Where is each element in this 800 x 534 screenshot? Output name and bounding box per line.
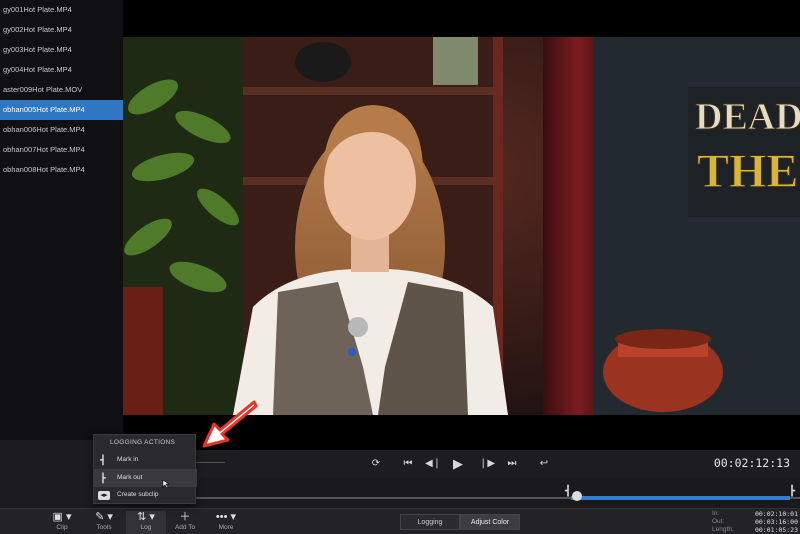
return-icon[interactable]: ↩ [537, 457, 551, 471]
tools-button[interactable]: ✎ ▾ Tools [84, 511, 124, 534]
step-back-icon[interactable]: ◀❘ [425, 457, 441, 471]
in-key: In: [712, 510, 720, 517]
volume-slider[interactable] [195, 462, 225, 463]
clip-item[interactable]: gy001Hot Plate.MP4 [0, 0, 123, 20]
subclip-icon: ◂▸ [98, 491, 110, 500]
playhead-handle[interactable] [572, 491, 582, 501]
play-icon[interactable]: ▶ [451, 457, 465, 471]
transport-bar: ⟳ ⏮ ◀❘ ▶ ❘▶ ⏭ ↩ 00:02:12:13 [123, 450, 800, 478]
in-value: 00:02:10:01 [754, 510, 798, 518]
tools-label: Tools [96, 524, 112, 531]
clip-list: gy001Hot Plate.MP4 gy002Hot Plate.MP4 gy… [0, 0, 123, 440]
clip-item[interactable]: obhan007Hot Plate.MP4 [0, 140, 123, 160]
out-key: Out: [712, 518, 725, 525]
current-timecode: 00:02:12:13 [713, 456, 790, 470]
clip-button[interactable]: ▣ ▾ Clip [42, 511, 82, 534]
create-subclip-label: Create subclip [117, 491, 159, 498]
mark-out-menu-item[interactable]: ┣ Mark out [94, 469, 197, 487]
length-key: Length: [712, 526, 734, 533]
mark-in-label: Mark in [117, 456, 139, 463]
mark-in-icon: ┫ [100, 455, 106, 465]
mark-in-menu-item[interactable]: ┫ Mark in [94, 451, 197, 469]
clip-item-selected[interactable]: obhan005Hot Plate.MP4 [0, 100, 123, 120]
clip-item[interactable]: aster009Hot Plate.MOV [0, 80, 123, 100]
video-viewer[interactable]: DEAD THE [123, 0, 800, 450]
log-icon: ⇅ ▾ [137, 511, 155, 523]
out-value: 00:03:16:00 [754, 518, 798, 526]
sign-text-top: DEAD [695, 96, 800, 138]
in-point-marker[interactable]: ┫ [565, 486, 571, 498]
log-label: Log [140, 524, 152, 531]
mark-out-icon: ┣ [100, 473, 106, 483]
bottom-toolbar: ▣ ▾ Clip ✎ ▾ Tools ⇅ ▾ Log ＋ Add To ••• … [0, 508, 800, 534]
length-timecode-row: Length: 00:01:05:23 [712, 526, 798, 534]
clip-item[interactable]: gy003Hot Plate.MP4 [0, 40, 123, 60]
sign-text-bottom: THE [697, 145, 798, 198]
tab-logging[interactable]: Logging [400, 514, 460, 530]
loop-icon[interactable]: ⟳ [369, 457, 383, 471]
out-timecode-row: Out: 00:03:16:00 [712, 518, 798, 526]
more-button[interactable]: ••• ▾ More [206, 511, 246, 534]
mouse-cursor-icon [162, 479, 170, 489]
in-out-timecodes: In: 00:02:10:01 Out: 00:03:16:00 Length:… [712, 510, 798, 534]
clip-item[interactable]: gy004Hot Plate.MP4 [0, 60, 123, 80]
clip-label: Clip [56, 524, 68, 531]
log-button[interactable]: ⇅ ▾ Log [126, 511, 166, 534]
mark-out-label: Mark out [117, 474, 143, 481]
in-timecode-row: In: 00:02:10:01 [712, 510, 798, 518]
logging-actions-menu: LOGGING ACTIONS ┫ Mark in ┣ Mark out ◂▸ … [93, 434, 197, 504]
skip-forward-icon[interactable]: ⏭ [505, 457, 519, 471]
add-to-label: Add To [174, 524, 196, 531]
more-icon: ••• ▾ [215, 511, 237, 523]
video-frame[interactable]: DEAD THE [123, 37, 800, 415]
clip-icon: ▣ ▾ [52, 511, 72, 523]
timeline-scrubber[interactable]: ┫ ┣ [123, 478, 800, 508]
out-point-marker[interactable]: ┣ [789, 486, 795, 498]
more-label: More [218, 524, 234, 531]
plus-icon: ＋ [179, 511, 191, 523]
clip-item[interactable]: obhan006Hot Plate.MP4 [0, 120, 123, 140]
length-value: 00:01:05:23 [754, 526, 798, 534]
step-forward-icon[interactable]: ❘▶ [479, 457, 495, 471]
skip-back-icon[interactable]: ⏮ [401, 457, 415, 471]
annotation-arrow-icon [202, 400, 258, 448]
clip-item[interactable]: gy002Hot Plate.MP4 [0, 20, 123, 40]
logging-actions-title: LOGGING ACTIONS [110, 439, 176, 446]
wrench-icon: ✎ ▾ [95, 511, 113, 523]
create-subclip-menu-item[interactable]: ◂▸ Create subclip [94, 486, 197, 504]
video-frame-image: DEAD THE [123, 37, 800, 415]
tab-adjust-color[interactable]: Adjust Color [460, 514, 520, 530]
add-to-button[interactable]: ＋ Add To [165, 511, 205, 534]
marked-range [571, 496, 790, 500]
clip-item[interactable]: obhan008Hot Plate.MP4 [0, 160, 123, 180]
